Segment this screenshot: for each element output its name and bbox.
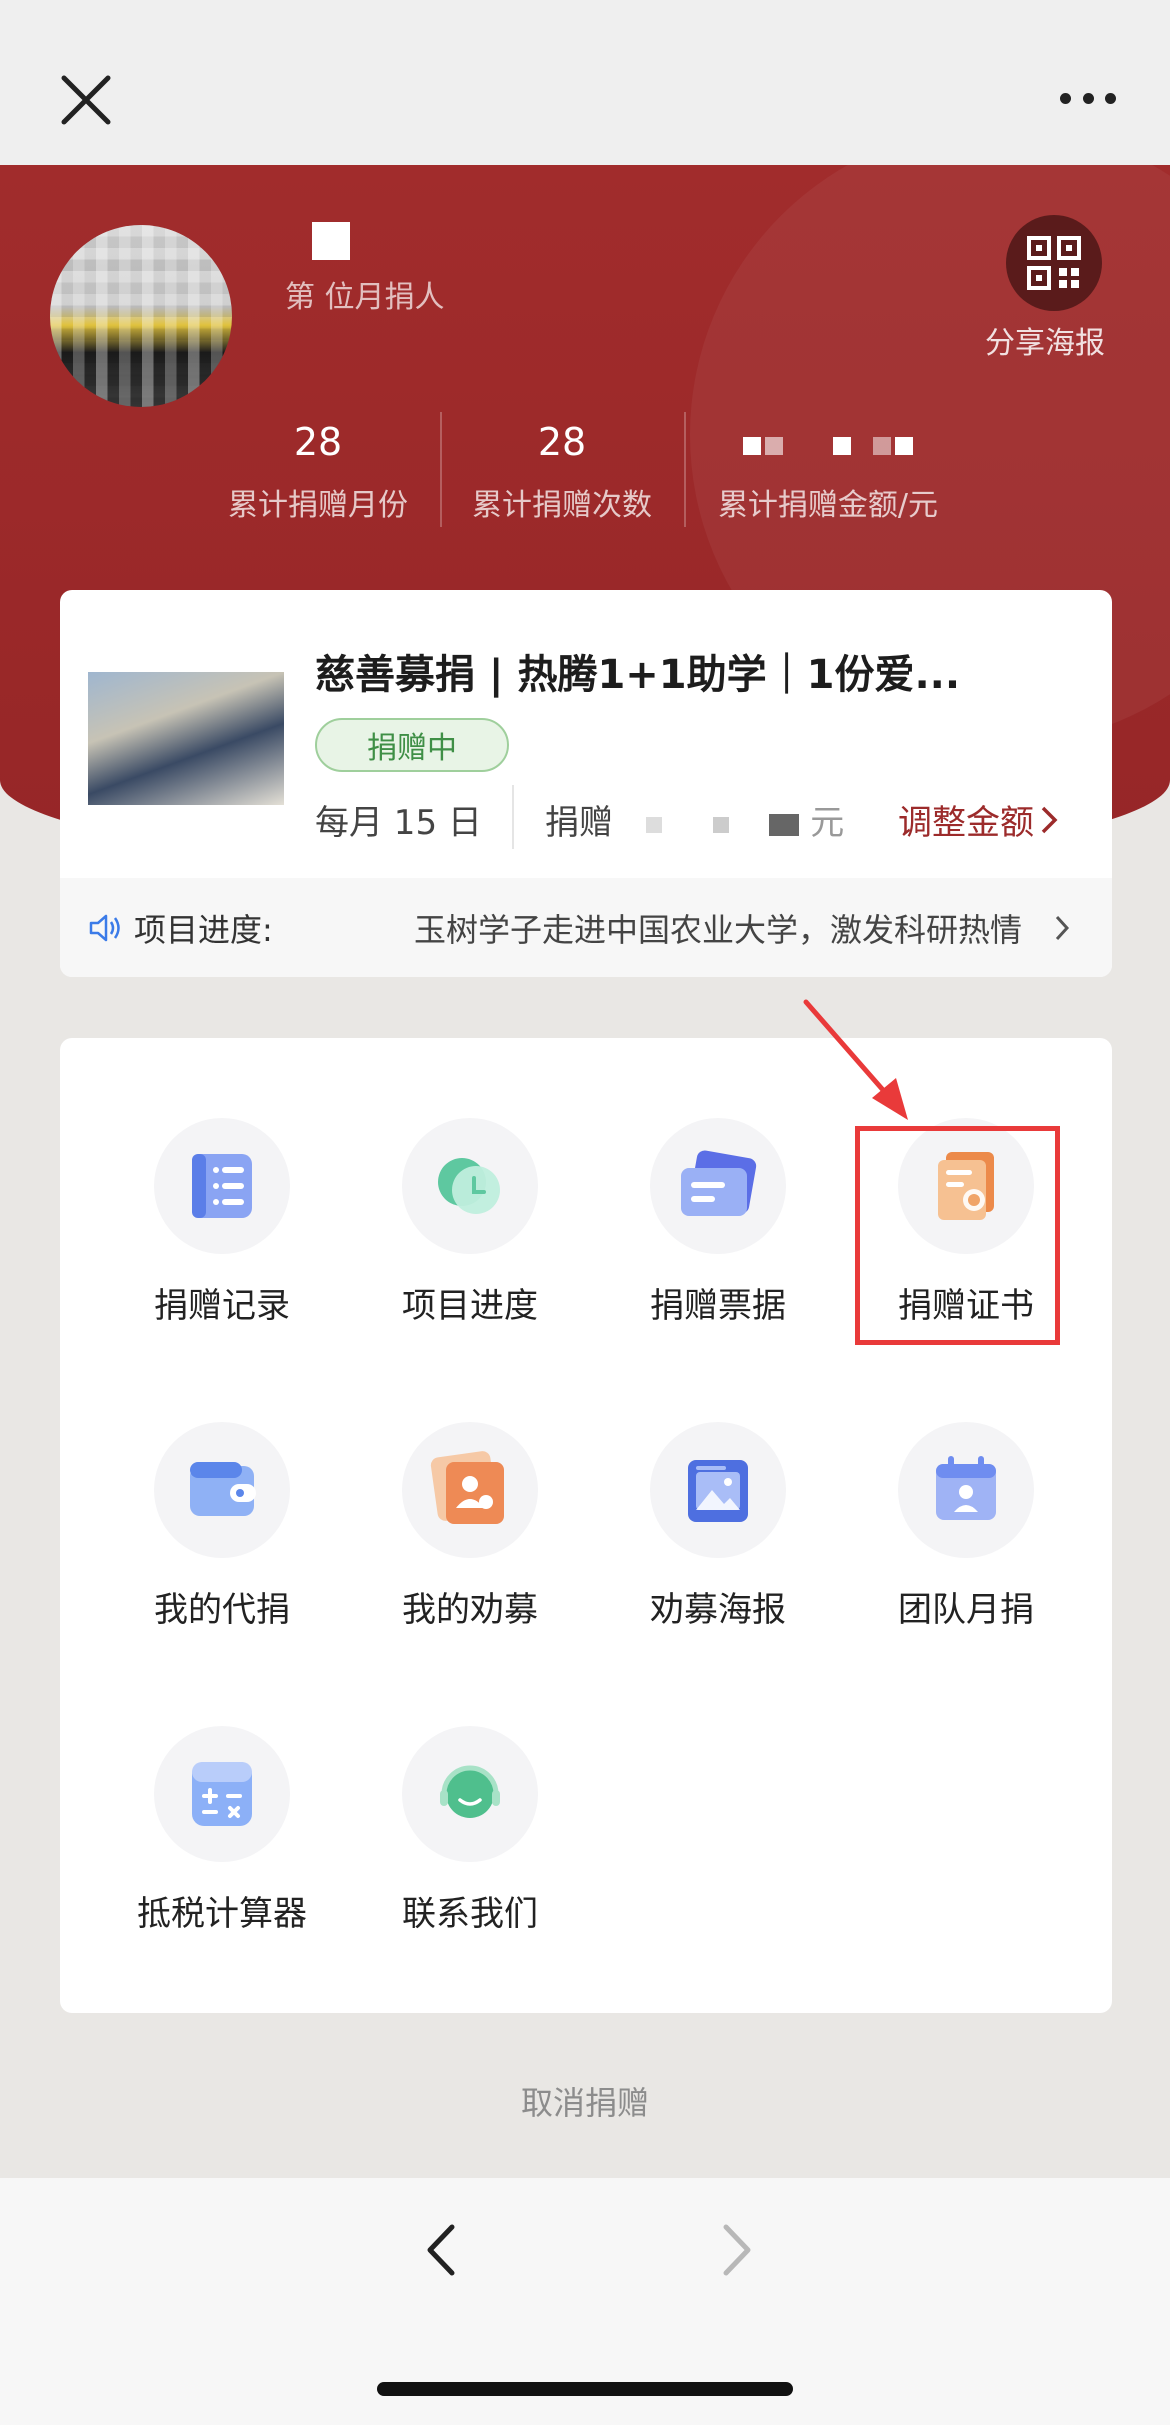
- annotation-arrow-icon: [803, 999, 908, 1120]
- menu-label: 劝募海报: [650, 1590, 786, 1630]
- menu-item-my-proxy-donation[interactable]: 我的代捐: [112, 1422, 332, 1631]
- chevron-right-icon: [1055, 915, 1070, 940]
- stat-count-value: 28: [537, 420, 587, 464]
- highlight-box: [855, 1126, 1060, 1345]
- progress-text: 玉树学子走进中国农业大学，激发科研热情: [414, 910, 1023, 949]
- donate-suffix: 元: [810, 803, 845, 843]
- stat-count: 28 累计捐赠次数: [462, 420, 662, 524]
- monthly-date: 每月 15 日: [315, 803, 482, 843]
- home-indicator: [377, 2382, 793, 2396]
- menu-label: 联系我们: [402, 1894, 538, 1934]
- cancel-donation-link[interactable]: 取消捐赠: [0, 2078, 1170, 2124]
- back-arrow-icon[interactable]: [412, 2215, 472, 2285]
- clock-icon: [438, 1158, 500, 1214]
- menu-item-tax-calculator[interactable]: 抵税计算器: [112, 1726, 332, 1935]
- qr-code-icon[interactable]: [1006, 215, 1102, 311]
- donate-prefix: 捐赠: [545, 803, 613, 843]
- menu-label: 我的劝募: [402, 1590, 538, 1630]
- menu-label: 我的代捐: [154, 1590, 290, 1630]
- stat-count-label: 累计捐赠次数: [472, 488, 652, 523]
- menu-item-donation-records[interactable]: 捐赠记录: [112, 1118, 332, 1327]
- status-badge: 捐赠中: [315, 718, 509, 772]
- stat-amount-value-redacted: [708, 420, 948, 470]
- menu-label: 抵税计算器: [137, 1894, 307, 1934]
- menu-label: 项目进度: [402, 1286, 538, 1326]
- menu-label: 捐赠记录: [154, 1286, 290, 1326]
- menu-item-contact-us[interactable]: 联系我们: [360, 1726, 580, 1935]
- avatar: [50, 225, 232, 407]
- divider: [512, 785, 514, 849]
- menu-item-fundraising-poster[interactable]: 劝募海报: [608, 1422, 828, 1631]
- stat-months-value: 28: [293, 420, 343, 464]
- donate-amount: 捐赠 元: [545, 795, 844, 844]
- project-title[interactable]: 慈善募捐 | 热腾1+1助学｜1份爱...: [315, 642, 960, 700]
- poster-icon: [688, 1460, 748, 1522]
- stat-amount: 累计捐赠金额/元: [708, 420, 948, 524]
- progress-label: 项目进度:: [134, 910, 273, 949]
- menu-label: 捐赠票据: [650, 1286, 786, 1326]
- stat-months-label: 累计捐赠月份: [228, 488, 408, 523]
- user-card-icon: [430, 1451, 504, 1524]
- team-calendar-icon: [936, 1456, 996, 1520]
- top-bar: [0, 0, 1170, 165]
- wallet-icon: [190, 1462, 256, 1516]
- menu-label: 团队月捐: [898, 1590, 1034, 1630]
- stat-divider: [440, 412, 442, 527]
- headset-icon: [440, 1765, 500, 1818]
- more-icon[interactable]: [1060, 88, 1116, 108]
- project-thumbnail: [88, 672, 284, 805]
- calculator-icon: [192, 1762, 252, 1826]
- chevron-right-icon: [1041, 806, 1058, 833]
- share-poster-label[interactable]: 分享海报: [985, 318, 1105, 362]
- project-card[interactable]: 慈善募捐 | 热腾1+1助学｜1份爱... 捐赠中 每月 15 日 捐赠 元 调…: [60, 590, 1112, 977]
- project-progress-ticker[interactable]: 项目进度: 玉树学子走进中国农业大学，激发科研热情: [60, 878, 1112, 977]
- forward-arrow-icon[interactable]: [706, 2215, 766, 2285]
- speaker-icon: [89, 914, 120, 941]
- adjust-amount-button[interactable]: 调整金额: [898, 795, 1058, 844]
- menu-item-my-fundraising[interactable]: 我的劝募: [360, 1422, 580, 1631]
- stat-amount-label: 累计捐赠金额/元: [717, 488, 939, 523]
- menu-item-donation-receipt[interactable]: 捐赠票据: [608, 1118, 828, 1327]
- adjust-amount-label: 调整金额: [898, 803, 1034, 843]
- menu-item-project-progress[interactable]: 项目进度: [360, 1118, 580, 1327]
- list-icon: [192, 1154, 252, 1218]
- user-name-redacted: [312, 222, 350, 260]
- receipt-icon: [681, 1150, 757, 1216]
- stat-months: 28 累计捐赠月份: [218, 420, 418, 524]
- stat-divider: [684, 412, 686, 527]
- close-icon[interactable]: [58, 72, 114, 128]
- menu-item-team-monthly-donation[interactable]: 团队月捐: [856, 1422, 1076, 1631]
- donor-rank-label: 第 位月捐人: [285, 280, 445, 315]
